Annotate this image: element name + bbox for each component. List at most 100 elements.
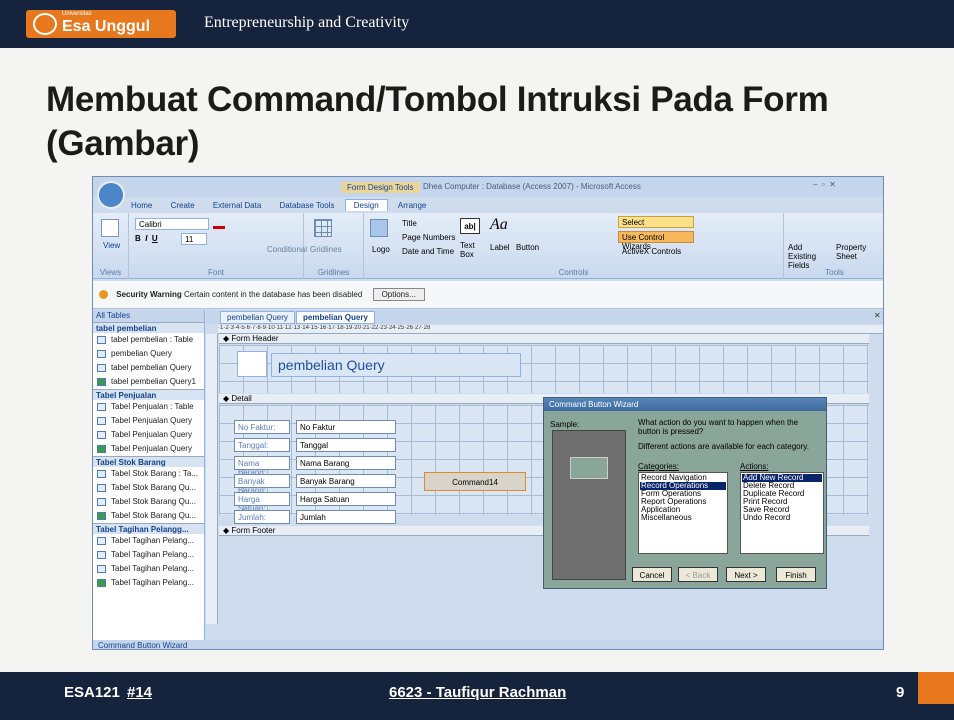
label-harga-satuan[interactable]: Harga Satuan:: [234, 492, 290, 513]
nav-group-header[interactable]: Tabel Tagihan Pelangg...: [93, 523, 204, 534]
nav-item[interactable]: Tabel Stok Barang Qu...: [93, 509, 204, 523]
action-item[interactable]: Undo Record: [742, 514, 822, 522]
button-tool[interactable]: Button: [516, 243, 539, 252]
view-icon[interactable]: [101, 219, 119, 237]
status-bar: Command Button Wizard: [93, 640, 883, 650]
query-icon: [97, 430, 106, 439]
use-control-wizards-button[interactable]: Use Control Wizards: [618, 231, 694, 251]
gridlines-group-label: Gridlines: [317, 268, 350, 277]
tab-home[interactable]: Home: [123, 200, 160, 211]
gridlines-group: Gridlines Gridlines: [304, 213, 364, 279]
command14-button[interactable]: Command14: [424, 472, 526, 491]
field-tanggal[interactable]: Tanggal: [296, 438, 396, 452]
gridlines-icon[interactable]: [314, 219, 332, 237]
tab-design[interactable]: Design: [344, 199, 388, 211]
page-numbers-button[interactable]: Page Numbers: [402, 233, 455, 242]
field-no-faktur[interactable]: No Faktur: [296, 420, 396, 434]
options-button[interactable]: Options...: [372, 288, 425, 301]
tab-external-data[interactable]: External Data: [205, 200, 269, 211]
nav-group-header[interactable]: Tabel Penjualan: [93, 389, 204, 400]
font-color-icon[interactable]: [213, 219, 225, 229]
textbox-icon[interactable]: ab|: [460, 218, 480, 234]
activex-button[interactable]: ActiveX Controls: [622, 247, 681, 256]
close-doc-icon[interactable]: ✕: [874, 311, 881, 320]
nav-item[interactable]: tabel pembelian : Table: [93, 333, 204, 347]
nav-item[interactable]: Tabel Penjualan Query: [93, 414, 204, 428]
doc-tab-active[interactable]: pembelian Query: [296, 311, 375, 324]
title-button[interactable]: Title: [402, 219, 417, 228]
doc-tab[interactable]: pembelian Query: [220, 311, 295, 324]
title-bar: Form Design Tools Dhea Computer : Databa…: [93, 177, 883, 197]
window-controls[interactable]: – ▫ ✕: [813, 180, 836, 189]
nav-item[interactable]: Tabel Stok Barang Qu...: [93, 495, 204, 509]
tools-group-label: Tools: [825, 268, 844, 277]
nav-header[interactable]: All Tables: [93, 310, 204, 322]
office-button[interactable]: [97, 181, 125, 209]
view-button[interactable]: View: [103, 241, 120, 250]
label-tanggal[interactable]: Tanggal:: [234, 438, 290, 452]
font-name-select[interactable]: Calibri: [135, 218, 209, 230]
footer-course-code: ESA121: [64, 684, 120, 701]
form-header-grid: pembelian Query: [219, 345, 869, 393]
form-title-label[interactable]: pembelian Query: [271, 353, 521, 377]
add-existing-fields-button[interactable]: Add Existing Fields: [788, 243, 832, 270]
property-sheet-button[interactable]: Property Sheet: [836, 243, 872, 261]
form-logo-icon[interactable]: [237, 351, 267, 377]
query-icon: [97, 363, 106, 372]
nav-item[interactable]: Tabel Stok Barang Qu...: [93, 481, 204, 495]
nav-item[interactable]: Tabel Penjualan : Table: [93, 400, 204, 414]
wizard-title: Command Button Wizard: [544, 398, 826, 411]
tools-group: Add Existing Fields Property Sheet Tools: [784, 213, 883, 279]
form-header-section[interactable]: ◆ Form Header: [219, 334, 869, 344]
label-icon[interactable]: Aa: [490, 216, 508, 234]
tab-arrange[interactable]: Arrange: [390, 200, 434, 211]
text-box-button[interactable]: Text Box: [460, 241, 484, 259]
nav-group-header[interactable]: tabel pembelian: [93, 322, 204, 333]
table-icon: [97, 536, 106, 545]
views-group-label: Views: [99, 268, 122, 277]
date-time-button[interactable]: Date and Time: [402, 247, 454, 256]
warning-shield-icon: [99, 290, 108, 300]
gridlines-button[interactable]: Gridlines: [310, 245, 342, 254]
ribbon: View Views Calibri B I U 11 Conditional …: [93, 213, 883, 279]
horizontal-ruler: ·1·2·3·4·5·6·7·8·9·10·11·12·13·14·15·16·…: [218, 325, 883, 334]
status-text: Command Button Wizard: [98, 641, 188, 650]
tab-database-tools[interactable]: Database Tools: [272, 200, 343, 211]
next-button[interactable]: Next >: [726, 567, 766, 582]
nav-item[interactable]: tabel pembelian Query1: [93, 375, 204, 389]
font-size-select[interactable]: 11: [181, 233, 207, 245]
label-nama-barang[interactable]: Nama Barang:: [234, 456, 290, 477]
nav-item[interactable]: Tabel Penjualan Query: [93, 442, 204, 456]
label-banyak-barang[interactable]: Banyak Barang:: [234, 474, 290, 495]
conditional-button[interactable]: Conditional: [267, 245, 307, 254]
tab-create[interactable]: Create: [163, 200, 203, 211]
cancel-button[interactable]: Cancel: [632, 567, 672, 582]
logo-button[interactable]: Logo: [372, 245, 390, 254]
category-item[interactable]: Miscellaneous: [640, 514, 726, 522]
font-group: Calibri B I U 11 Conditional Font: [129, 213, 307, 279]
nav-item[interactable]: Tabel Stok Barang : Ta...: [93, 467, 204, 481]
nav-group-header[interactable]: Tabel Stok Barang: [93, 456, 204, 467]
field-nama-barang[interactable]: Nama Barang: [296, 456, 396, 470]
label-jumlah[interactable]: Jumlah:: [234, 510, 290, 524]
select-button[interactable]: Select: [618, 216, 694, 228]
nav-item[interactable]: tabel pembelian Query: [93, 361, 204, 375]
field-harga-satuan[interactable]: Harga Satuan: [296, 492, 396, 506]
nav-item[interactable]: Tabel Tagihan Pelang...: [93, 576, 204, 590]
query-icon: [97, 349, 106, 358]
finish-button[interactable]: Finish: [776, 567, 816, 582]
categories-list[interactable]: Record Navigation Record Operations Form…: [638, 472, 728, 554]
nav-item[interactable]: Tabel Tagihan Pelang...: [93, 562, 204, 576]
font-group-label: Font: [207, 268, 224, 277]
nav-item[interactable]: Tabel Tagihan Pelang...: [93, 548, 204, 562]
label-no-faktur[interactable]: No Faktur:: [234, 420, 290, 434]
nav-item[interactable]: Tabel Tagihan Pelang...: [93, 534, 204, 548]
field-banyak-barang[interactable]: Banyak Barang: [296, 474, 396, 488]
back-button[interactable]: < Back: [678, 567, 718, 582]
actions-list[interactable]: Add New Record Delete Record Duplicate R…: [740, 472, 824, 554]
label-button[interactable]: Label: [490, 243, 510, 252]
logo-icon[interactable]: [370, 219, 388, 237]
nav-item[interactable]: Tabel Penjualan Query: [93, 428, 204, 442]
nav-item[interactable]: pembelian Query: [93, 347, 204, 361]
field-jumlah[interactable]: Jumlah: [296, 510, 396, 524]
